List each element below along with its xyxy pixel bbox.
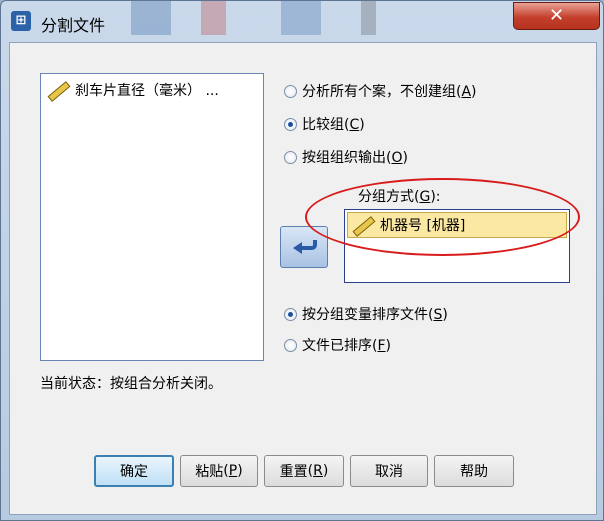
split-file-icon: ⊞ bbox=[11, 11, 31, 31]
list-item[interactable]: 刹车片直径（毫米） ... bbox=[47, 80, 219, 100]
radio-organize-by-group[interactable]: 按组组织输出(O) bbox=[284, 147, 408, 167]
radio-button[interactable] bbox=[284, 307, 297, 321]
radio-label: 分析所有个案，不创建组(A) bbox=[302, 84, 477, 100]
radio-already-sorted[interactable]: 文件已排序(F) bbox=[284, 335, 391, 355]
help-button[interactable]: 帮助 bbox=[434, 455, 514, 487]
radio-button[interactable] bbox=[284, 150, 297, 164]
dialog-window: ⊞ 分割文件 ✕ 刹车片直径（毫米） ... 分析所有个案，不创建组(A) 比较… bbox=[0, 0, 604, 521]
cancel-button[interactable]: 取消 bbox=[350, 455, 428, 487]
title-bar[interactable]: ⊞ 分割文件 ✕ bbox=[1, 1, 603, 41]
ruler-scale-icon bbox=[47, 83, 69, 97]
variable-list[interactable]: 刹车片直径（毫米） ... bbox=[40, 73, 264, 361]
radio-label: 文件已排序(F) bbox=[302, 338, 391, 354]
paste-button[interactable]: 粘贴(P) bbox=[180, 455, 258, 487]
radio-button[interactable] bbox=[284, 84, 297, 98]
radio-button[interactable] bbox=[284, 338, 297, 352]
radio-sort-file[interactable]: 按分组变量排序文件(S) bbox=[284, 304, 448, 324]
close-button[interactable]: ✕ bbox=[513, 2, 600, 30]
ok-button[interactable]: 确定 bbox=[94, 455, 174, 487]
radio-label: 比较组(C) bbox=[302, 117, 365, 133]
arrow-left-icon bbox=[293, 238, 317, 256]
close-icon: ✕ bbox=[548, 5, 565, 26]
variable-label: 刹车片直径（毫米） ... bbox=[75, 83, 219, 99]
radio-label: 按分组变量排序文件(S) bbox=[302, 307, 448, 323]
radio-label: 按组组织输出(O) bbox=[302, 150, 408, 166]
status-text: 当前状态：按组合分析关闭。 bbox=[40, 376, 222, 392]
annotation-ellipse bbox=[305, 178, 580, 256]
radio-button[interactable] bbox=[284, 117, 297, 131]
dialog-body: 刹车片直径（毫米） ... 分析所有个案，不创建组(A) 比较组(C) 按组组织… bbox=[9, 42, 597, 515]
background-toolbar-strip bbox=[131, 1, 461, 35]
window-title: 分割文件 bbox=[41, 16, 106, 35]
radio-analyze-all[interactable]: 分析所有个案，不创建组(A) bbox=[284, 81, 477, 101]
reset-button[interactable]: 重置(R) bbox=[264, 455, 344, 487]
radio-compare-groups[interactable]: 比较组(C) bbox=[284, 114, 365, 134]
